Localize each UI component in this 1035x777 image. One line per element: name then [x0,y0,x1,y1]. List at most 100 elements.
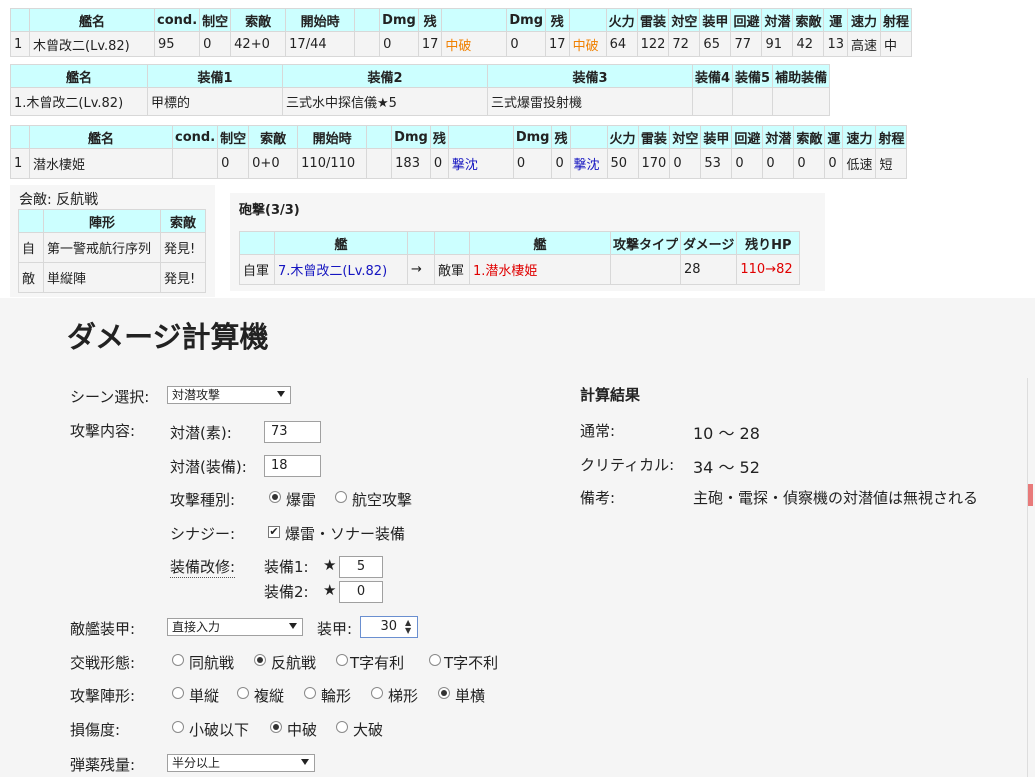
calculator-title: ダメージ計算機 [67,320,269,354]
column-header: 索敵 [793,125,826,149]
table-cell: 170 [637,148,671,179]
engagement-t-advantage-radio[interactable] [336,654,348,666]
column-header: 索敵 [248,125,299,149]
asw-base-label: 対潜(素): [170,424,232,442]
column-header: 艦 [469,231,611,255]
table-cell: 単縦陣 [43,262,161,293]
table-cell [609,254,682,285]
table-header-row: 艦名 cond. 制空 索敵 開始時 Dmg 残 Dmg 残 火力 雷装 対空 … [10,125,908,149]
formation-diamond-radio[interactable] [304,687,316,699]
column-header: 装備4 [691,64,734,88]
ship-name-cell: 木曾改二(Lv.82) [29,31,155,57]
scene-label: シーン選択: [70,388,150,406]
star-icon: ★ [323,556,337,574]
column-header: 索敵 [230,8,287,32]
ammo-label: 弾薬残量: [70,756,136,774]
ship-name-cell: 潜水棲姫 [29,148,173,179]
table-cell: 42 [792,31,825,57]
formation-label: 攻撃陣形: [70,687,136,705]
engagement-opposite-radio[interactable] [254,654,266,666]
damage-heavy-radio[interactable] [336,721,348,733]
column-header: 雷装 [636,8,670,32]
column-header [407,231,435,255]
note-label: 備考: [580,489,616,507]
column-header: 装備5 [732,64,774,88]
damage-light-radio[interactable] [172,721,184,733]
stepper-icon[interactable]: ▲ ▼ [405,619,411,635]
column-header: 艦名 [29,125,173,149]
column-header: 対空 [669,125,702,149]
column-header: 攻撃タイプ [609,231,682,255]
table-cell: 17 [417,31,443,57]
attack-label: 攻撃内容: [70,422,136,440]
column-header: 回避 [730,8,763,32]
table-cell: 0 [669,148,702,179]
equipment-cell: 三式水中探信儀★5 [282,87,488,116]
result-title: 計算結果 [580,386,641,404]
table-header-row: 艦名 装備1 装備2 装備3 装備4 装備5 補助装備 [10,64,831,88]
scrollbar-track[interactable] [1027,378,1028,777]
column-header: 装備2 [282,64,488,88]
table-cell: 第一警戒航行序列 [43,232,161,263]
asw-base-input[interactable]: 73 [264,421,321,443]
remaining-hp-cell: 110→82 [736,254,801,285]
table-cell: 183 [391,148,431,179]
column-header: 開始時 [297,125,368,149]
column-header: 雷装 [637,125,671,149]
radio-label: 単縦 [189,687,220,705]
column-header [434,231,470,255]
improvement2-input[interactable]: 0 [339,581,383,603]
table-cell: 自 [18,232,44,263]
radio-label: 爆雷 [286,491,317,509]
equipment-cell [732,87,774,116]
defender-cell: 1.潜水棲姫 [469,254,611,285]
ammo-select[interactable]: 半分以上 [167,754,315,772]
table-cell: 122 [636,31,670,57]
improvement1-input[interactable]: 5 [339,556,383,578]
improvement-label: 装備改修: [170,558,236,578]
damage-state-label: 損傷度: [70,721,121,739]
table-cell: 0 [506,31,547,57]
table-cell: 0 [512,148,553,179]
formation-line-abreast-radio[interactable] [438,687,450,699]
table-cell: 0 [793,148,826,179]
formation-line-ahead-radio[interactable] [172,687,184,699]
formation-echelon-radio[interactable] [371,687,383,699]
column-header: Dmg [391,125,431,149]
asw-equip-input[interactable]: 18 [264,455,321,477]
column-header: Dmg [512,125,553,149]
engagement-same-radio[interactable] [172,654,184,666]
attack-type-label: 攻撃種別: [170,491,236,509]
engagement-t-disadvantage-radio[interactable] [429,654,441,666]
armor-label: 装甲: [317,620,353,638]
equipment-table: 艦名 装備1 装備2 装備3 装備4 装備5 補助装備 1.木曾改二(Lv.82… [10,64,831,116]
radio-label: 大破 [353,721,384,739]
attack-type-depthcharge-radio[interactable] [269,491,281,503]
chevron-down-icon [301,759,309,765]
column-header: 残 [417,8,443,32]
column-header: 索敵 [160,209,206,233]
critical-label: クリティカル: [580,456,675,474]
table-row: 1.木曾改二(Lv.82) 甲標的 三式水中探信儀★5 三式爆雷投射機 [10,87,831,116]
table-cell: 1 [10,148,30,179]
shelling-title: 砲撃(3/3) [239,203,300,218]
attack-type-air-radio[interactable] [335,491,347,503]
column-header: 残 [551,125,571,149]
scene-select[interactable]: 対潜攻撃 [167,386,291,404]
formation-double-line-radio[interactable] [237,687,249,699]
radio-label: 輪形 [321,687,352,705]
column-header: 速力 [842,125,877,149]
damage-medium-radio[interactable] [270,721,282,733]
table-cell: 72 [668,31,701,57]
battle-summary-table: 艦名 cond. 制空 索敵 開始時 Dmg 残 Dmg 残 火力 雷装 対空 … [10,8,913,57]
enemy-armor-select[interactable]: 直接入力 [167,618,303,636]
equipment-cell: 甲標的 [147,87,283,116]
synergy-checkbox[interactable]: ✔ [268,526,280,538]
column-header: 回避 [731,125,764,149]
radio-label: 中破 [287,721,318,739]
engagement-panel: 会敵: 反航戦 陣形 索敵 自 第一警戒航行序列 発見! 敵 単縦陣 発見! [10,185,215,297]
table-cell: 42+0 [230,31,287,57]
column-header: Dmg [506,8,547,32]
enemy-armor-select-value: 直接入力 [172,620,221,634]
table-cell [171,148,219,179]
